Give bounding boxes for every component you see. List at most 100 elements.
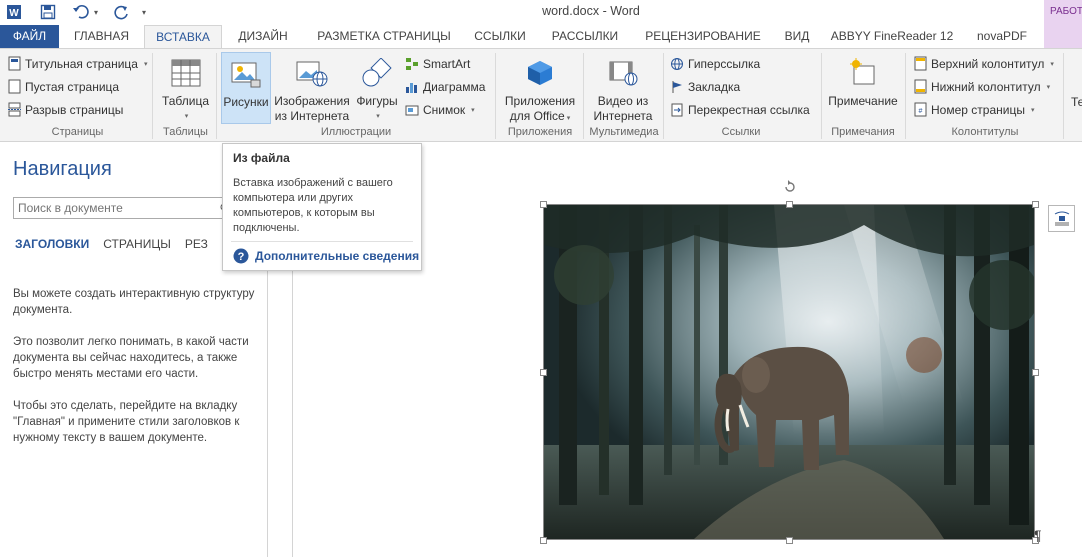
nav-search-input[interactable] xyxy=(13,197,228,219)
blank-page-icon xyxy=(8,79,21,94)
tab-design[interactable]: ДИЗАЙН xyxy=(228,25,298,48)
header-button[interactable]: Верхний колонтитул ▾ xyxy=(914,53,1054,74)
comment-label: Примечание xyxy=(828,94,898,108)
tab-novapdf[interactable]: novaPDF xyxy=(966,25,1038,48)
tooltip-body: Вставка изображений с вашего компьютера … xyxy=(233,177,393,234)
screenshot-label: Снимок xyxy=(423,102,466,117)
group-label-apps: Приложения xyxy=(507,126,573,138)
tab-references[interactable]: ССЫЛКИ xyxy=(467,25,533,48)
hyperlink-icon xyxy=(671,57,683,70)
group-separator xyxy=(216,53,217,139)
resize-handle-n[interactable] xyxy=(786,201,793,208)
group-separator xyxy=(1063,53,1064,139)
rotate-handle-icon[interactable] xyxy=(783,180,797,194)
group-separator xyxy=(495,53,496,139)
header-icon xyxy=(914,56,927,71)
page-break-button[interactable]: Разрыв страницы xyxy=(8,99,123,120)
resize-handle-ne[interactable] xyxy=(1032,201,1039,208)
group-label-illustrations: Иллюстрации xyxy=(320,126,392,138)
resize-handle-sw[interactable] xyxy=(540,537,547,544)
resize-handle-nw[interactable] xyxy=(540,201,547,208)
help-icon: ? xyxy=(233,248,249,264)
nav-help-text: Вы можете создать интерактивную структур… xyxy=(13,286,258,462)
online-video-label-2: Интернета xyxy=(593,109,653,123)
table-icon xyxy=(171,59,200,87)
tab-page-layout[interactable]: РАЗМЕТКА СТРАНИЦЫ xyxy=(305,25,463,48)
tab-view[interactable]: ВИД xyxy=(775,25,819,48)
shapes-button[interactable]: Фигуры ▾ xyxy=(352,52,402,124)
blank-page-label: Пустая страница xyxy=(25,79,120,94)
nav-tab-pages[interactable]: СТРАНИЦЫ xyxy=(103,237,171,251)
hyperlink-label: Гиперссылка xyxy=(688,56,761,71)
pictures-button[interactable]: Рисунки xyxy=(221,52,271,124)
tab-insert[interactable]: ВСТАВКА xyxy=(144,25,222,49)
context-tab-label: РАБОТА xyxy=(1050,6,1082,17)
smartart-button[interactable]: SmartArt xyxy=(405,53,470,74)
footer-icon xyxy=(914,79,927,94)
tooltip-title: Из файла xyxy=(233,151,290,165)
hyperlink-button[interactable]: Гиперссылка xyxy=(670,53,760,74)
page-number-button[interactable]: # Номер страницы ▾ xyxy=(914,99,1034,120)
inserted-picture[interactable] xyxy=(543,204,1039,540)
shapes-icon xyxy=(362,58,392,87)
group-label-header-footer: Колонтитулы xyxy=(951,126,1019,138)
group-separator xyxy=(152,53,153,139)
cover-page-button[interactable]: Титульная страница ▾ xyxy=(8,53,148,74)
comment-button[interactable]: Примечание xyxy=(825,52,901,109)
shapes-label: Фигуры xyxy=(356,94,398,108)
resize-handle-w[interactable] xyxy=(540,369,547,376)
cross-reference-label: Перекрестная ссылка xyxy=(688,102,810,117)
apps-for-office-button[interactable]: Приложения для Office ▾ xyxy=(500,52,580,126)
nav-paragraph: Это позволит легко понимать, в какой час… xyxy=(13,336,249,380)
tab-mailings[interactable]: РАССЫЛКИ xyxy=(542,25,628,48)
tab-file[interactable]: ФАЙЛ xyxy=(0,25,59,48)
ribbon-insert: Титульная страница ▾ Пустая страница Разр… xyxy=(0,48,1082,142)
tab-abbyy[interactable]: ABBYY FineReader 12 xyxy=(827,25,957,48)
nav-paragraph: Чтобы это сделать, перейдите на вкладку … xyxy=(13,400,240,444)
tab-review[interactable]: РЕЦЕНЗИРОВАНИЕ xyxy=(638,25,768,48)
online-pictures-label-1: Изображения xyxy=(274,94,350,108)
nav-tab-headings[interactable]: ЗАГОЛОВКИ xyxy=(15,237,89,251)
online-video-label-1: Видео из xyxy=(597,94,649,108)
apps-store-icon xyxy=(528,61,552,85)
elephant-forest-photo xyxy=(544,205,1039,539)
group-separator xyxy=(583,53,584,139)
word-window: W ▾ ▾ word.docx - Word РАБОТА ФАЙЛ ГЛАВН… xyxy=(0,0,1082,557)
screenshot-icon xyxy=(405,105,419,115)
resize-handle-e[interactable] xyxy=(1032,369,1039,376)
online-pictures-button[interactable]: Изображения из Интернета xyxy=(273,52,351,124)
online-video-button[interactable]: Видео из Интернета xyxy=(588,52,658,124)
apps-label-2-text: для Office xyxy=(509,109,565,123)
screenshot-button[interactable]: Снимок ▾ xyxy=(405,99,475,120)
page-number-label: Номер страницы xyxy=(931,102,1025,117)
layout-options-icon[interactable] xyxy=(1048,205,1075,232)
page-break-label: Разрыв страницы xyxy=(25,102,124,117)
pictures-tooltip: Из файла Вставка изображений с вашего ко… xyxy=(222,143,422,271)
tooltip-more-info-link[interactable]: ? Дополнительные сведения xyxy=(233,248,419,264)
bookmark-button[interactable]: Закладка xyxy=(670,76,740,97)
online-pictures-icon xyxy=(296,61,328,87)
cover-page-label: Титульная страница xyxy=(25,56,138,71)
group-label-comments: Примечания xyxy=(831,126,895,138)
apps-label-2: для Office ▾ xyxy=(509,109,571,123)
nav-tabs: ЗАГОЛОВКИ СТРАНИЦЫ РЕЗ xyxy=(15,237,222,251)
tab-home[interactable]: ГЛАВНАЯ xyxy=(65,25,138,48)
pictures-label: Рисунки xyxy=(223,95,269,109)
footer-button[interactable]: Нижний колонтитул ▾ xyxy=(914,76,1050,97)
online-pictures-label-2: из Интернета xyxy=(274,109,350,123)
svg-text:#: # xyxy=(919,108,923,115)
text-group-cut[interactable]: Те xyxy=(1071,91,1082,112)
blank-page-button[interactable]: Пустая страница xyxy=(8,76,119,97)
resize-handle-s[interactable] xyxy=(786,537,793,544)
table-button[interactable]: Таблица ▾ xyxy=(158,52,213,124)
online-video-icon xyxy=(609,61,638,86)
nav-tab-results[interactable]: РЕЗ xyxy=(185,237,208,251)
context-tab-picture-tools[interactable]: РАБОТА xyxy=(1044,0,1082,48)
nav-title: Навигация xyxy=(13,158,112,180)
chart-label: Диаграмма xyxy=(423,79,486,94)
chart-button[interactable]: Диаграмма xyxy=(405,76,485,97)
cross-reference-button[interactable]: Перекрестная ссылка xyxy=(670,99,810,120)
tooltip-divider xyxy=(231,241,413,242)
footer-label: Нижний колонтитул xyxy=(931,79,1041,94)
ribbon-tabs: ФАЙЛ ГЛАВНАЯ ВСТАВКА ДИЗАЙН РАЗМЕТКА СТР… xyxy=(0,25,1044,49)
